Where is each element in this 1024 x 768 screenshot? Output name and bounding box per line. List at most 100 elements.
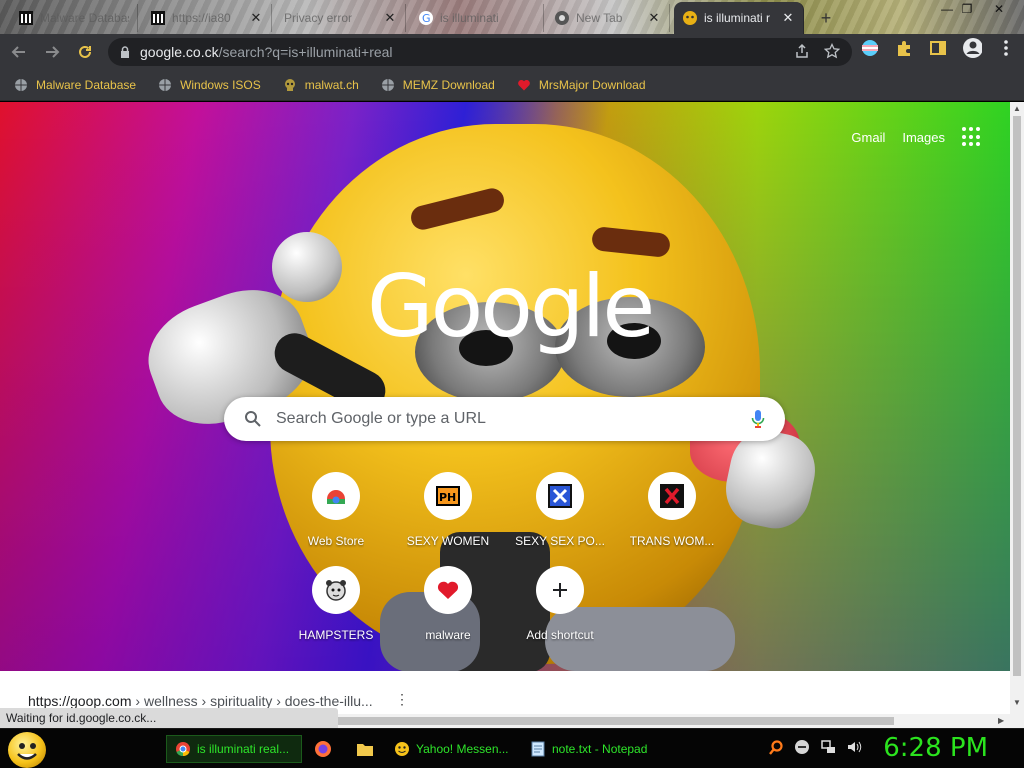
- avatar-icon: [963, 38, 982, 58]
- result-breadcrumb[interactable]: https://goop.com › wellness › spirituali…: [28, 693, 373, 709]
- taskbar-chrome[interactable]: is illuminati real...: [166, 735, 302, 763]
- shortcut-label: malware: [425, 628, 471, 642]
- shortcut-label: TRANS WOM...: [629, 534, 715, 548]
- url-text: google.co.ck/search?q=is+illuminati+real: [140, 44, 393, 60]
- restore-button[interactable]: ❐: [956, 2, 978, 18]
- scroll-right-icon[interactable]: ▶: [998, 716, 1004, 725]
- globe-icon: [14, 78, 28, 92]
- back-button[interactable]: [5, 38, 33, 66]
- images-link[interactable]: Images: [902, 130, 945, 145]
- tab-title: is illuminati: [440, 11, 499, 25]
- close-icon[interactable]: ✕: [781, 10, 795, 26]
- gmail-link[interactable]: Gmail: [851, 130, 885, 145]
- taskbar-yahoo-messenger[interactable]: Yahoo! Messen...: [386, 735, 518, 763]
- tab-malware-database[interactable]: Malware Database: [10, 4, 138, 32]
- ntp-header-links: Gmail Images: [851, 127, 982, 147]
- heart-icon: [517, 78, 531, 92]
- forward-button[interactable]: [38, 38, 66, 66]
- shortcut-add[interactable]: Add shortcut: [504, 566, 616, 642]
- screen: Malware Database https://ia80 ✕ Privacy …: [0, 0, 1024, 768]
- tab-title: is illuminati r: [704, 11, 771, 25]
- tab-privacy-error[interactable]: Privacy error ✕: [276, 4, 406, 32]
- shortcut-trans-wom[interactable]: TRANS WOM...: [616, 472, 728, 548]
- hamster-icon: [312, 566, 360, 614]
- scroll-up-icon[interactable]: ▲: [1013, 104, 1021, 113]
- bookmark-label: MrsMajor Download: [538, 78, 646, 92]
- bookmark-malwatch[interactable]: malwat.ch: [269, 78, 367, 92]
- shortcut-malware[interactable]: malware: [392, 566, 504, 642]
- ph-icon: PH: [424, 472, 472, 520]
- taskbar-explorer[interactable]: [348, 735, 384, 763]
- side-panel-icon: [930, 41, 946, 55]
- scroll-down-icon[interactable]: ▼: [1013, 698, 1021, 707]
- search-placeholder: Search Google or type a URL: [276, 410, 486, 427]
- minimize-button[interactable]: —: [936, 2, 958, 18]
- taskbar-notepad[interactable]: note.txt - Notepad: [522, 735, 656, 763]
- result-menu-icon[interactable]: ⋮: [395, 691, 409, 708]
- side-panel-button[interactable]: [928, 38, 948, 58]
- shortcut-sexy-sex-po[interactable]: SEXY SEX PO...: [504, 472, 616, 548]
- horizontal-scroll-thumb[interactable]: [338, 717, 894, 725]
- status-bubble: Waiting for id.google.co.ck...: [0, 708, 338, 728]
- profile-button[interactable]: [962, 38, 982, 58]
- shortcut-label: SEXY WOMEN: [406, 534, 490, 548]
- shortcut-label: HAMPSTERS: [298, 628, 374, 642]
- flag-extension-button[interactable]: [860, 38, 880, 58]
- chrome-icon: [176, 742, 190, 757]
- bookmark-memz-download[interactable]: MEMZ Download: [367, 78, 503, 92]
- heart-icon: [424, 566, 472, 614]
- x-red-icon: [648, 472, 696, 520]
- new-tab-button[interactable]: +: [815, 8, 837, 30]
- bookmark-windows-isos[interactable]: Windows ISOS: [144, 78, 269, 92]
- archive-icon: [18, 10, 34, 26]
- bookmark-label: Windows ISOS: [180, 78, 261, 92]
- taskbar-clock[interactable]: 6:28 PM: [883, 733, 988, 763]
- close-icon[interactable]: ✕: [647, 10, 661, 26]
- background-glow-orb: [272, 232, 342, 302]
- notepad-icon: [531, 741, 545, 757]
- address-bar[interactable]: google.co.ck/search?q=is+illuminati+real: [108, 38, 852, 66]
- search-tray-icon[interactable]: [768, 739, 784, 755]
- reload-button[interactable]: [71, 38, 99, 66]
- minus-circle-icon[interactable]: [794, 739, 810, 755]
- volume-icon[interactable]: [846, 739, 862, 755]
- close-icon[interactable]: ✕: [249, 10, 263, 26]
- folder-icon: [357, 744, 373, 756]
- puzzle-icon: [898, 41, 910, 56]
- horizontal-scrollbar[interactable]: ▶: [338, 714, 1010, 728]
- shortcut-label: Web Store: [307, 534, 365, 548]
- url-path: /search?q=is+illuminati+real: [218, 44, 393, 60]
- vertical-scroll-thumb[interactable]: [1013, 116, 1021, 676]
- shortcut-web-store[interactable]: Web Store: [280, 472, 392, 548]
- shortcut-hampsters[interactable]: HAMPSTERS: [280, 566, 392, 642]
- apps-grid-icon[interactable]: [962, 127, 982, 147]
- vertical-scrollbar[interactable]: ▲ ▼: [1010, 102, 1024, 728]
- tab-new-tab[interactable]: New Tab ✕: [546, 4, 670, 32]
- search-box[interactable]: Search Google or type a URL: [224, 397, 785, 441]
- emoji-icon: [682, 10, 698, 26]
- tab-active-illuminati[interactable]: is illuminati r ✕: [674, 2, 804, 34]
- extensions-button[interactable]: [894, 38, 914, 58]
- google-icon: G: [418, 10, 434, 26]
- shortcut-label: SEXY SEX PO...: [515, 534, 605, 548]
- bookmark-mrsmajor-download[interactable]: MrsMajor Download: [503, 78, 654, 92]
- network-icon[interactable]: [820, 739, 836, 755]
- tab-google-search[interactable]: G is illuminati: [410, 4, 544, 32]
- menu-button[interactable]: [996, 38, 1016, 58]
- tab-ia80[interactable]: https://ia80 ✕: [142, 4, 272, 32]
- result-path: › wellness › spirituality › does-the-ill…: [131, 693, 373, 709]
- start-button[interactable]: [8, 732, 46, 768]
- bookmark-label: MEMZ Download: [402, 78, 495, 92]
- trans-flag-icon: [862, 40, 878, 56]
- skull-icon: [283, 78, 297, 92]
- bookmark-malware-database[interactable]: Malware Database: [0, 78, 144, 92]
- share-icon[interactable]: [794, 43, 810, 59]
- shortcut-sexy-women[interactable]: PH SEXY WOMEN: [392, 472, 504, 548]
- star-icon[interactable]: [824, 43, 840, 59]
- taskbar-firefox[interactable]: [306, 735, 342, 763]
- microphone-icon[interactable]: [751, 409, 765, 429]
- window-close-button[interactable]: ✕: [988, 2, 1010, 18]
- archive-icon: [150, 10, 166, 26]
- close-icon[interactable]: ✕: [383, 10, 397, 26]
- toolbar: google.co.ck/search?q=is+illuminati+real: [0, 34, 1024, 70]
